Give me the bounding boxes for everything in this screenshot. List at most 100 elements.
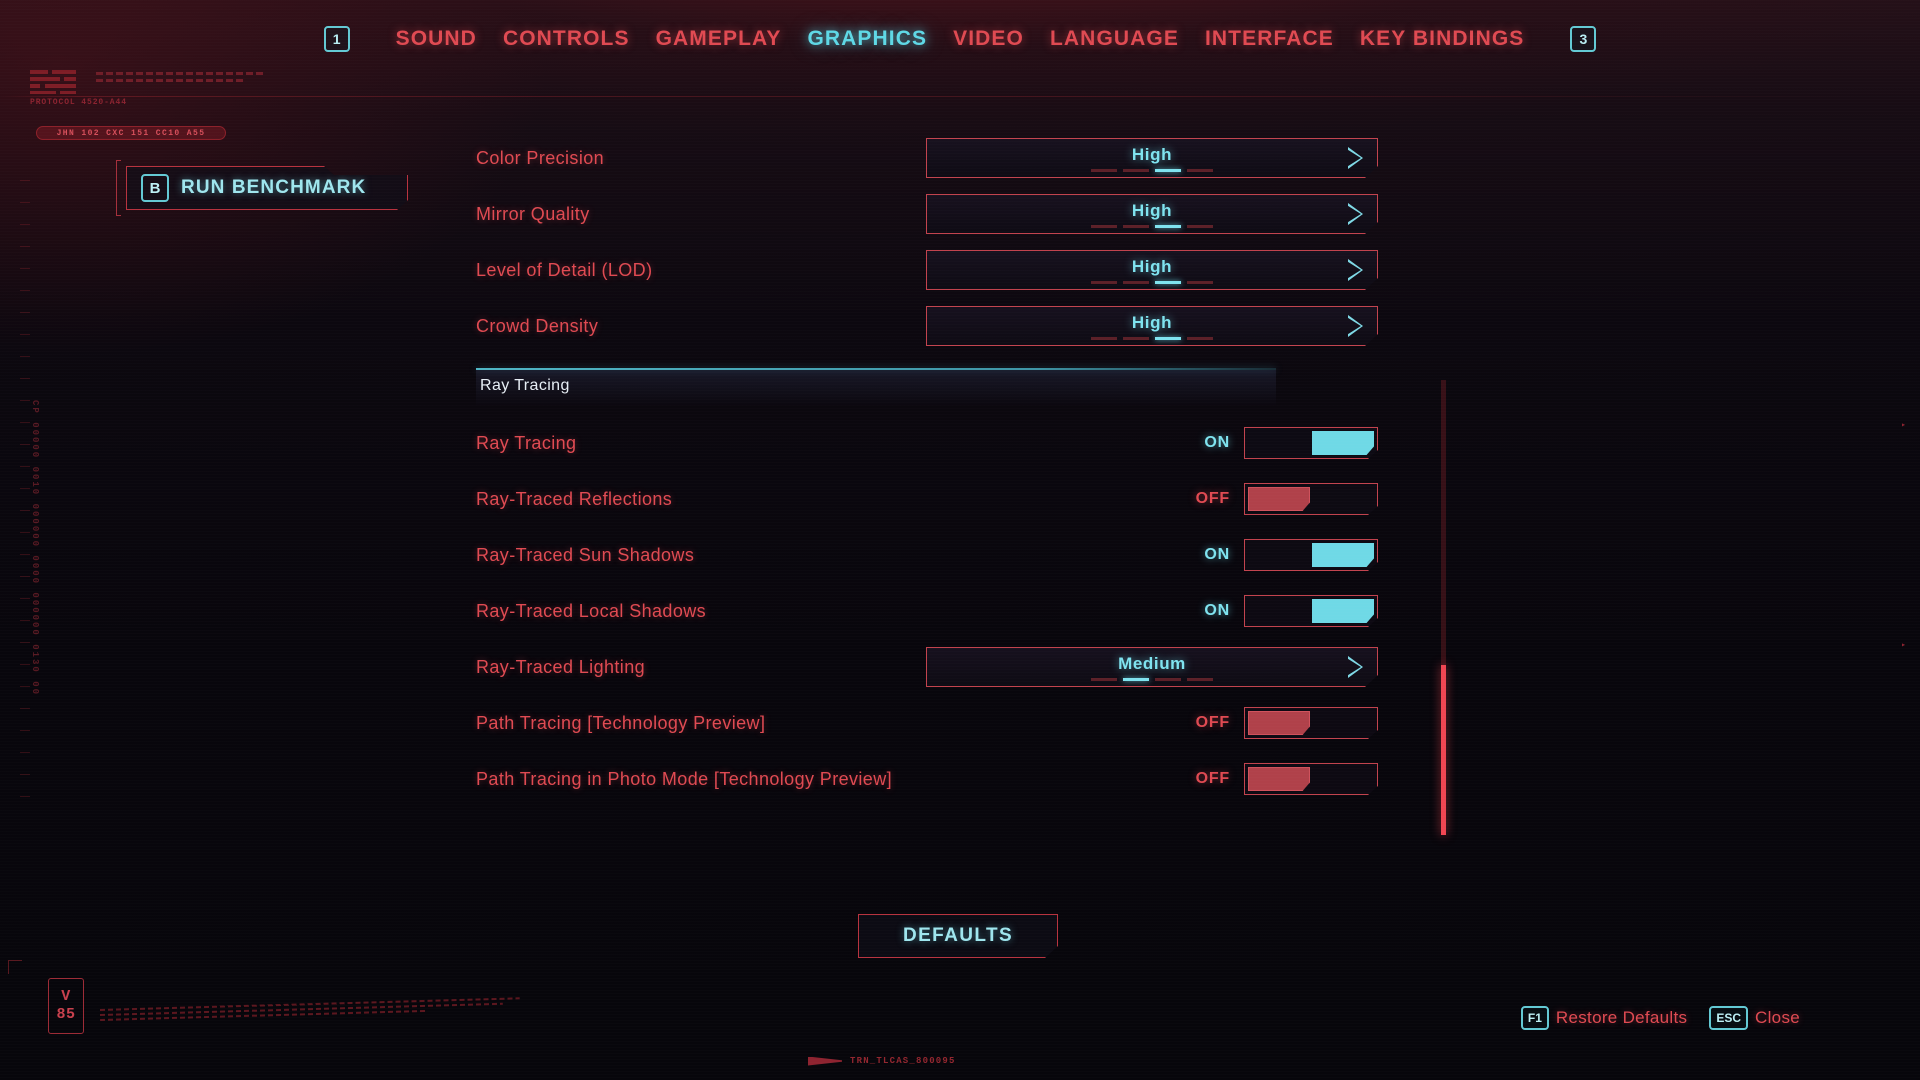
toggle-knob [1312, 599, 1374, 623]
chevron-left-icon[interactable] [941, 203, 956, 225]
selector-steps [1091, 281, 1213, 284]
tab-graphics[interactable]: GRAPHICS [807, 27, 927, 51]
selector-value: High [1131, 144, 1173, 164]
benchmark-label: RUN BENCHMARK [181, 177, 367, 198]
tab-language[interactable]: LANGUAGE [1050, 27, 1179, 51]
setting-label: Path Tracing [Technology Preview] [476, 713, 766, 733]
toggle-path-tracing[interactable] [1244, 707, 1378, 739]
version-badge: V 85 [48, 978, 84, 1034]
hint-restore-defaults[interactable]: F1 Restore Defaults [1520, 1006, 1687, 1030]
tab-list: SOUND CONTROLS GAMEPLAY GRAPHICS VIDEO L… [396, 27, 1525, 51]
toggle-knob [1248, 487, 1310, 511]
chevron-left-icon[interactable] [941, 656, 956, 678]
corner-tick-icon [8, 960, 22, 974]
chevron-left-icon[interactable] [941, 315, 956, 337]
toggle-area: ON [926, 539, 1378, 571]
chevron-right-icon[interactable] [1348, 203, 1363, 225]
chevron-left-icon[interactable] [941, 259, 956, 281]
tab-controls[interactable]: CONTROLS [503, 27, 630, 51]
settings-panel: Color Precision High Mirror Quality High [476, 130, 1444, 807]
toggle-area: ON [926, 427, 1378, 459]
defaults-button[interactable]: DEFAULTS [858, 914, 1058, 958]
selector-center: High [956, 145, 1348, 172]
setting-row-level-of-detail: Level of Detail (LOD) High [476, 242, 1444, 298]
tab-interface[interactable]: INTERFACE [1205, 27, 1334, 51]
right-marker-top-icon: ▸ [1901, 421, 1906, 430]
selector-center: Medium [956, 654, 1348, 681]
toggle-path-tracing-photo-mode[interactable] [1244, 763, 1378, 795]
setting-label: Ray Tracing [476, 433, 577, 453]
chevron-right-icon[interactable] [1348, 147, 1363, 169]
toggle-state-label: ON [1204, 602, 1230, 619]
tab-gameplay[interactable]: GAMEPLAY [656, 27, 782, 51]
toggle-knob [1312, 431, 1374, 455]
toggle-ray-traced-reflections[interactable] [1244, 483, 1378, 515]
tab-video[interactable]: VIDEO [953, 27, 1024, 51]
toggle-state-label: OFF [1195, 714, 1230, 731]
scrollbar-thumb[interactable] [1441, 665, 1446, 835]
selector-color-precision[interactable]: High [926, 138, 1378, 178]
tab-key-bindings[interactable]: KEY BINDINGS [1360, 27, 1525, 51]
run-benchmark-wrap: B RUN BENCHMARK [116, 160, 408, 216]
toggle-area: OFF [926, 763, 1378, 795]
selector-crowd-density[interactable]: High [926, 306, 1378, 346]
right-marker-bottom-icon: ▸ [1901, 641, 1906, 650]
chevron-right-icon[interactable] [1348, 259, 1363, 281]
setting-row-ray-traced-local-shadows: Ray-Traced Local Shadows ON [476, 583, 1444, 639]
setting-label: Crowd Density [476, 316, 599, 336]
chevron-right-icon[interactable] [1348, 656, 1363, 678]
setting-label: Ray-Traced Sun Shadows [476, 545, 695, 565]
selector-center: High [956, 201, 1348, 228]
selector-center: High [956, 257, 1348, 284]
footer-hints: F1 Restore Defaults ESC Close [1520, 1006, 1800, 1030]
protocol-filler-lines [96, 72, 266, 86]
selector-center: High [956, 313, 1348, 340]
protocol-decoration: PROTOCOL 4520-A44 [30, 70, 270, 107]
run-benchmark-button[interactable]: B RUN BENCHMARK [126, 166, 408, 210]
decor-pill: JHN 102 CXC 151 CC10 A55 [36, 126, 226, 140]
selector-level-of-detail[interactable]: High [926, 250, 1378, 290]
setting-row-ray-traced-reflections: Ray-Traced Reflections OFF [476, 471, 1444, 527]
version-badge-number: 85 [56, 1006, 76, 1023]
benchmark-accent-rail [116, 160, 121, 216]
setting-row-ray-tracing: Ray Tracing ON [476, 415, 1444, 471]
selector-steps [1091, 225, 1213, 228]
decor-vertical-code: CP 00000 0010 000000 0000 000000 0130 00 [30, 400, 40, 697]
chevron-left-icon[interactable] [941, 147, 956, 169]
selector-steps [1091, 169, 1213, 172]
version-badge-letter: V [61, 988, 71, 1005]
prev-tab-key-badge[interactable]: 1 [323, 26, 350, 52]
toggle-knob [1248, 711, 1310, 735]
arrow-icon [808, 1056, 842, 1066]
legal-filler-text [99, 997, 520, 1024]
toggle-ray-traced-sun-shadows[interactable] [1244, 539, 1378, 571]
selector-mirror-quality[interactable]: High [926, 194, 1378, 234]
setting-row-crowd-density: Crowd Density High [476, 298, 1444, 354]
setting-label: Color Precision [476, 148, 605, 168]
setting-label: Path Tracing in Photo Mode [Technology P… [476, 769, 893, 789]
setting-label: Ray-Traced Reflections [476, 489, 673, 509]
toggle-knob [1248, 767, 1310, 791]
defaults-button-label: DEFAULTS [902, 925, 1014, 946]
settings-scrollbar[interactable] [1441, 380, 1446, 835]
toggle-state-label: ON [1204, 434, 1230, 451]
selector-steps [1091, 678, 1213, 681]
setting-row-ray-traced-sun-shadows: Ray-Traced Sun Shadows ON [476, 527, 1444, 583]
toggle-area: OFF [926, 707, 1378, 739]
esc-key-badge: ESC [1709, 1006, 1749, 1030]
section-title: Ray Tracing [480, 377, 570, 394]
protocol-label: PROTOCOL 4520-A44 [30, 98, 127, 107]
setting-row-mirror-quality: Mirror Quality High [476, 186, 1444, 242]
section-ray-tracing: Ray Tracing [476, 368, 1276, 405]
next-tab-key-badge[interactable]: 3 [1570, 26, 1597, 52]
settings-tabbar: 1 SOUND CONTROLS GAMEPLAY GRAPHICS VIDEO… [0, 26, 1920, 52]
header-divider [0, 96, 1920, 97]
setting-label: Mirror Quality [476, 204, 590, 224]
hint-close[interactable]: ESC Close [1709, 1006, 1800, 1030]
tab-sound[interactable]: SOUND [396, 27, 477, 51]
selector-ray-traced-lighting[interactable]: Medium [926, 647, 1378, 687]
chevron-right-icon[interactable] [1348, 315, 1363, 337]
toggle-ray-tracing[interactable] [1244, 427, 1378, 459]
toggle-ray-traced-local-shadows[interactable] [1244, 595, 1378, 627]
settings-screen: PROTOCOL 4520-A44 JHN 102 CXC 151 CC10 A… [0, 0, 1920, 1080]
